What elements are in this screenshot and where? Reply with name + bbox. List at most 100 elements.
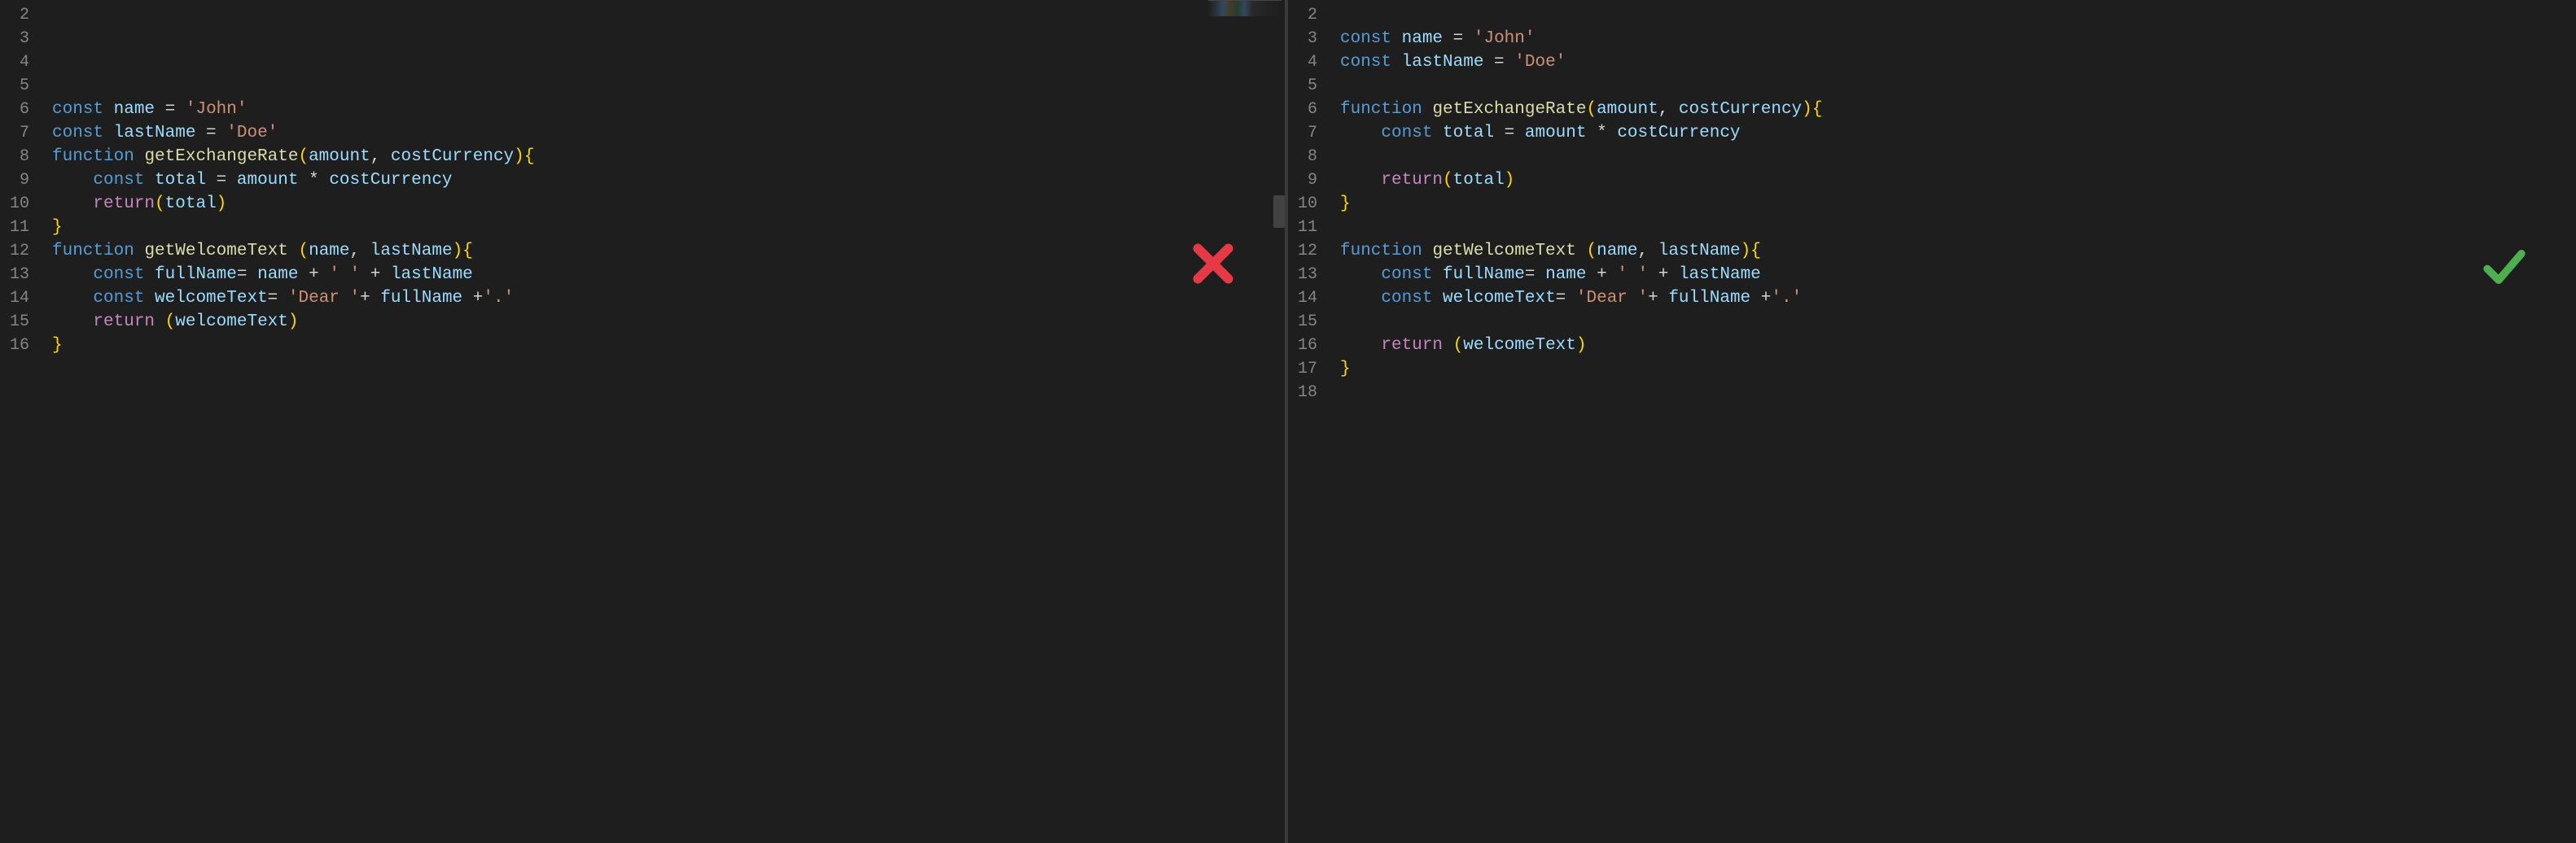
token-var: fullName [1443, 265, 1525, 284]
code-line[interactable]: } [1340, 192, 2576, 216]
line-number[interactable]: 12 [0, 239, 37, 263]
cross-icon [1190, 241, 1236, 286]
editor-right[interactable]: 23456789101112131415161718 const name = … [1288, 0, 2576, 843]
token-var: name [257, 265, 298, 284]
token-op: + [360, 289, 380, 308]
token-ret: return [93, 194, 155, 213]
line-number[interactable]: 3 [0, 27, 37, 50]
token-paren: ) [1741, 242, 1751, 260]
line-number[interactable]: 11 [0, 216, 37, 239]
line-number[interactable]: 16 [1288, 334, 1325, 357]
line-number[interactable]: 5 [1288, 74, 1325, 98]
line-number[interactable]: 7 [1288, 121, 1325, 145]
line-number[interactable]: 13 [0, 263, 37, 286]
token-op [1422, 242, 1433, 260]
line-number[interactable]: 2 [0, 3, 37, 27]
token-op: = [1443, 29, 1474, 48]
code-line[interactable]: function getExchangeRate(amount, costCur… [1340, 98, 2576, 121]
code-line[interactable]: function getExchangeRate(amount, costCur… [52, 145, 1285, 168]
line-number[interactable]: 2 [1288, 3, 1325, 27]
line-number[interactable]: 6 [1288, 98, 1325, 121]
code-line[interactable] [1340, 145, 2576, 168]
code-line[interactable] [1340, 74, 2576, 98]
token-brace: } [1340, 194, 1351, 213]
line-number[interactable]: 6 [0, 98, 37, 121]
code-line[interactable] [1340, 381, 2576, 404]
token-brace: { [462, 242, 473, 260]
code-line[interactable] [1340, 3, 2576, 27]
token-var: fullName [1668, 289, 1750, 308]
editor-pane-left[interactable]: 2345678910111213141516 const name = 'Joh… [0, 0, 1288, 843]
code-line[interactable]: const name = 'John' [1340, 27, 2576, 50]
token-op [52, 289, 93, 308]
line-number[interactable]: 17 [1288, 357, 1325, 381]
token-op: + [299, 265, 330, 284]
line-number-gutter[interactable]: 23456789101112131415161718 [1288, 0, 1325, 843]
code-line[interactable] [52, 74, 1285, 98]
code-line[interactable]: const total = amount * costCurrency [52, 168, 1285, 192]
line-number[interactable]: 18 [1288, 381, 1325, 404]
line-number[interactable]: 10 [1288, 192, 1325, 216]
code-line[interactable]: } [52, 334, 1285, 357]
line-number[interactable]: 4 [0, 50, 37, 74]
line-number[interactable]: 7 [0, 121, 37, 145]
line-number[interactable]: 9 [1288, 168, 1325, 192]
code-line[interactable]: return(total) [1340, 168, 2576, 192]
token-op [52, 265, 93, 284]
code-line[interactable]: const lastName = 'Doe' [52, 121, 1285, 145]
line-number[interactable]: 12 [1288, 239, 1325, 263]
line-number[interactable]: 8 [0, 145, 37, 168]
line-number[interactable]: 15 [0, 310, 37, 334]
token-fn: getWelcomeText [144, 242, 287, 260]
code-line[interactable]: return (welcomeText) [52, 310, 1285, 334]
line-number[interactable]: 10 [0, 192, 37, 216]
line-number[interactable]: 11 [1288, 216, 1325, 239]
code-line[interactable]: const fullName= name + ' ' + lastName [1340, 263, 2576, 286]
editor-left[interactable]: 2345678910111213141516 const name = 'Joh… [0, 0, 1285, 843]
line-number[interactable]: 4 [1288, 50, 1325, 74]
line-number[interactable]: 13 [1288, 263, 1325, 286]
token-kw: const [1381, 289, 1432, 308]
code-line[interactable]: function getWelcomeText (name, lastName)… [1340, 239, 2576, 263]
token-op [144, 289, 155, 308]
code-line[interactable]: return (welcomeText) [1340, 334, 2576, 357]
code-line[interactable] [1340, 310, 2576, 334]
token-op: + [1587, 265, 1618, 284]
code-line[interactable]: function getWelcomeText (name, lastName)… [52, 239, 1285, 263]
token-op: = [1525, 265, 1545, 284]
code-line[interactable]: const fullName= name + ' ' + lastName [52, 263, 1285, 286]
code-line[interactable]: const welcomeText= 'Dear '+ fullName +'.… [1340, 286, 2576, 310]
code-area[interactable]: const name = 'John'const lastName = 'Doe… [37, 0, 1285, 843]
editor-pane-right[interactable]: 23456789101112131415161718 const name = … [1288, 0, 2576, 843]
line-number[interactable]: 14 [1288, 286, 1325, 310]
line-number[interactable]: 9 [0, 168, 37, 192]
code-line[interactable]: return(total) [52, 192, 1285, 216]
token-op: , [1658, 100, 1679, 119]
code-line[interactable]: const total = amount * costCurrency [1340, 121, 2576, 145]
line-number[interactable]: 5 [0, 74, 37, 98]
token-paren: ( [1453, 336, 1464, 355]
code-line[interactable] [52, 381, 1285, 404]
scrollbar-thumb[interactable] [1273, 195, 1285, 228]
token-kw: const [52, 124, 103, 142]
code-line[interactable]: } [52, 216, 1285, 239]
token-brace: } [1340, 360, 1351, 378]
code-line[interactable]: const welcomeText= 'Dear '+ fullName +'.… [52, 286, 1285, 310]
code-area[interactable]: const name = 'John'const lastName = 'Doe… [1325, 0, 2576, 843]
code-line[interactable]: const lastName = 'Doe' [1340, 50, 2576, 74]
token-op [1432, 124, 1443, 142]
line-number[interactable]: 8 [1288, 145, 1325, 168]
line-number[interactable]: 14 [0, 286, 37, 310]
token-paren: ( [298, 242, 309, 260]
line-number[interactable]: 3 [1288, 27, 1325, 50]
code-line[interactable] [52, 404, 1285, 428]
line-number[interactable]: 16 [0, 334, 37, 357]
token-var: total [155, 171, 206, 190]
code-line[interactable] [52, 357, 1285, 381]
code-line[interactable]: const name = 'John' [52, 98, 1285, 121]
line-number-gutter[interactable]: 2345678910111213141516 [0, 0, 37, 843]
token-brace: } [52, 218, 63, 237]
line-number[interactable]: 15 [1288, 310, 1325, 334]
code-line[interactable] [1340, 216, 2576, 239]
code-line[interactable]: } [1340, 357, 2576, 381]
